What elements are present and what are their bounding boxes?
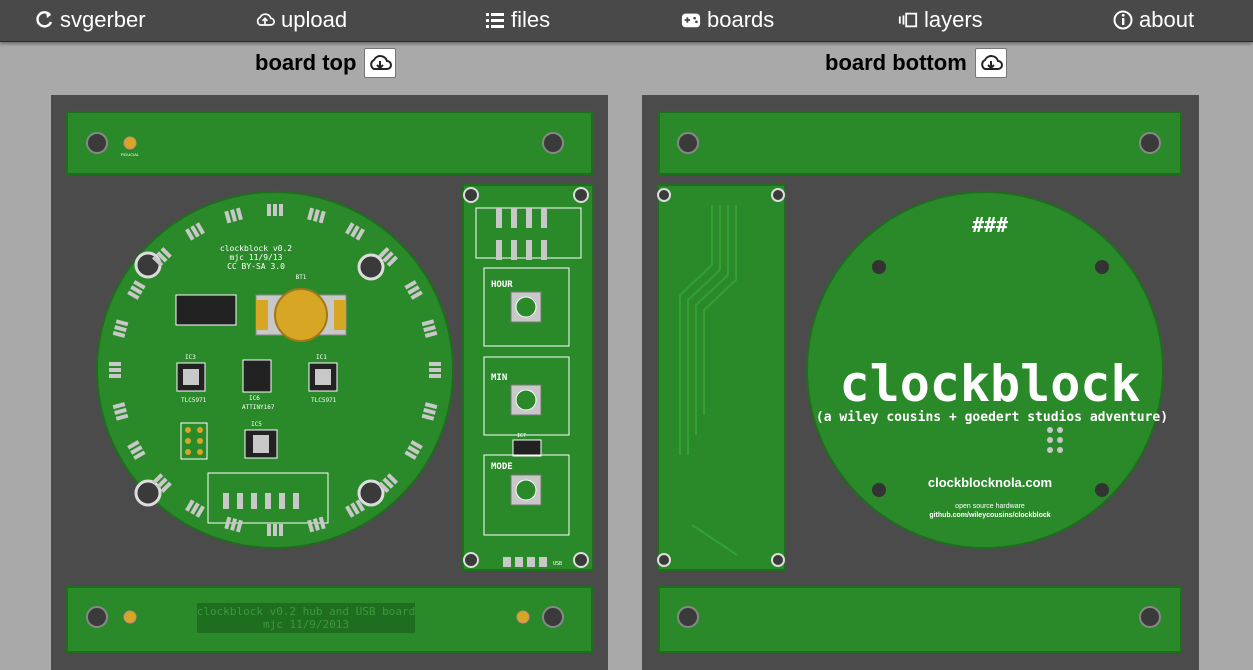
silk-license: CC BY-SA 3.0 [227,262,285,271]
mounting-hole [86,606,108,628]
ic6-part: ATTINY167 [242,404,275,411]
silk-author: mjc 11/9/13 [230,253,283,262]
nav-brand-label: svgerber [60,7,146,32]
mounting-hole [542,132,564,154]
min-button-cap [515,389,537,411]
cloud-upload-icon [256,13,275,26]
mount-hole-tl [134,251,162,279]
board-bottom-view[interactable]: ### clockblock (a wiley cousins + goeder… [642,95,1199,670]
led-pad [267,524,283,536]
nav-upload[interactable]: upload [255,0,347,40]
hub-text-line-2: mjc 11/9/2013 [263,618,349,631]
top-view-title: board top [255,50,357,75]
hub-board-back [657,184,786,571]
hour-button-cap [515,296,537,318]
nav-about-label: about [1139,7,1195,32]
bottom-url: clockblocknola.com [928,475,1052,490]
mounting-hole [1139,606,1161,628]
nav-about[interactable]: about [1113,0,1194,40]
bottom-view-title: board bottom [825,50,967,75]
mount-hole-bl [134,479,162,507]
cloud-download-icon [370,55,393,70]
bottom-oss: open source hardware [955,503,1025,510]
ic7-chip [512,439,542,457]
board-top-view[interactable]: FIDUCIAL clockblock v0.2 mjc 11/9/13 CC … [51,95,608,670]
ic6-label: IC6 [249,395,260,402]
mounting-hole [1139,132,1161,154]
ic1-part: TLC5971 [311,397,337,404]
refresh-icon [36,11,53,28]
nav-upload-label: upload [281,7,348,32]
cloud-download-icon [981,55,1003,70]
fiducial-mark [123,610,137,624]
hub-text-line-1: clockblock v0.2 hub and USB board [197,605,416,618]
ic5-label: IC5 [251,421,262,428]
silk-title: clockblock v0.2 [220,244,292,253]
mounting-hole [542,606,564,628]
nav-brand[interactable]: svgerber [34,0,146,40]
led-pad [267,204,283,216]
ic3-label: IC3 [185,354,196,361]
min-button-label: MIN [491,373,507,383]
mode-button-cap [515,479,537,501]
battery-label: BT1 [296,274,307,281]
download-top-button[interactable] [364,48,397,78]
ic6-chip [242,359,272,393]
led-pad [429,362,441,378]
bottom-rail [658,586,1182,653]
nav-layers-label: layers [924,7,983,32]
nav-boards-label: boards [707,7,775,32]
led-pad [109,362,121,378]
coin-cell [274,288,328,342]
bottom-tagline: (a wiley cousins + goedert studios adven… [816,410,1168,425]
bottom-view-header: board bottom [825,47,1007,79]
mounting-hole [677,606,699,628]
bottom-hash: ### [972,213,1008,237]
usb-label: USB [553,561,562,567]
list-icon [486,13,504,28]
avr-isp-header [180,422,208,460]
hour-button-label: HOUR [491,280,513,290]
board-bottom-render: ### clockblock (a wiley cousins + goeder… [657,111,1182,653]
nav-boards[interactable]: boards [681,0,774,40]
nav-files-label: files [511,7,551,32]
download-bottom-button[interactable] [974,48,1007,78]
top-view-header: board top [255,47,397,79]
mount-hole-tr [357,253,385,281]
top-rail [658,111,1182,175]
mounting-hole [677,132,699,154]
layers-icon [898,12,918,28]
mode-button-label: MODE [491,462,513,472]
ic1-label: IC1 [316,354,327,361]
nav-files[interactable]: files [485,0,550,40]
bottom-name: clockblock [839,355,1140,413]
info-icon [1113,10,1133,30]
nav-layers[interactable]: layers [898,0,983,40]
board-top-render: FIDUCIAL clockblock v0.2 mjc 11/9/13 CC … [66,111,594,653]
fiducial-mark [123,136,137,150]
fiducial-mark [516,610,530,624]
top-rail [66,111,593,175]
bottom-repo: github.com/wileycousins/clockblock [929,512,1050,519]
header-chip [175,294,237,326]
gamepad-icon [681,13,701,28]
fiducial-label: FIDUCIAL [121,152,140,157]
mounting-hole [86,132,108,154]
ic3-part: TLC5971 [181,397,207,404]
navbar: svgerber upload files boards layers abou… [0,0,1253,42]
ic7-label: IC7 [517,433,526,439]
